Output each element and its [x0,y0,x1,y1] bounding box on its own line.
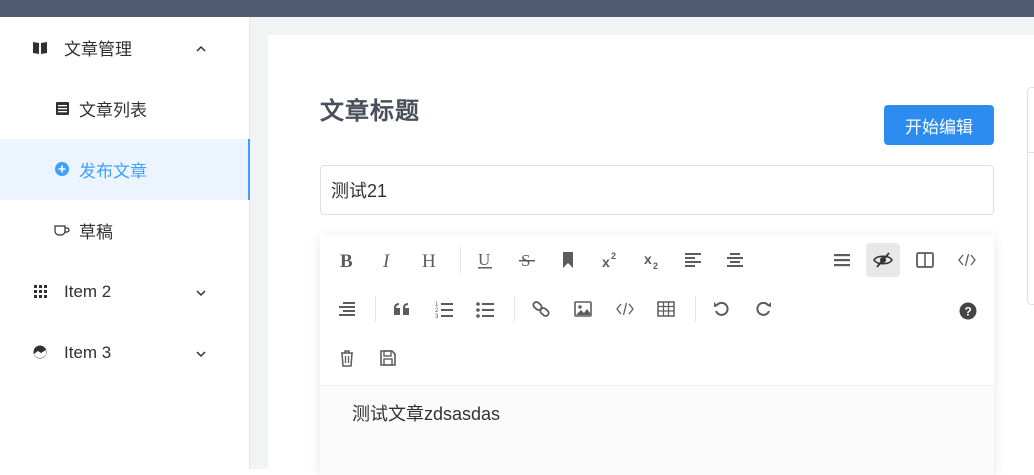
html-code-icon[interactable] [950,243,984,277]
svg-text:3: 3 [435,314,439,319]
svg-text:U: U [478,250,490,269]
navigation-icon[interactable] [825,243,859,277]
trash-icon[interactable] [330,341,364,375]
save-icon[interactable] [371,341,405,375]
toolbar-divider [695,296,696,322]
picture-icon [32,344,48,360]
grid-icon [32,283,48,299]
superscript-icon[interactable]: x2 [593,243,627,277]
svg-text:2: 2 [611,251,616,261]
toolbar-divider [375,296,376,322]
cup-icon [54,222,70,238]
quote-icon[interactable] [385,292,419,326]
chevron-up-icon [194,41,208,55]
svg-text:H: H [422,251,436,270]
italic-icon[interactable]: I [371,243,405,277]
redo-icon[interactable] [746,292,780,326]
undo-icon[interactable] [705,292,739,326]
sidebar-item-article-management[interactable]: 文章管理 [0,17,250,78]
chevron-down-icon [194,346,208,360]
eye-slash-icon[interactable] [866,243,900,277]
underline-icon[interactable]: U [468,243,502,277]
help-icon[interactable]: ? [951,294,985,328]
chevron-down-icon [194,285,208,299]
sidebar-item-label: Item 3 [64,342,112,362]
image-icon[interactable] [566,292,600,326]
svg-text:x: x [644,251,652,267]
sidebar-item-drafts[interactable]: 草稿 [0,200,250,261]
sidebar-item-article-list[interactable]: 文章列表 [0,78,250,139]
columns-icon[interactable] [908,243,942,277]
subscript-icon[interactable]: x2 [635,243,669,277]
code-icon[interactable] [608,292,642,326]
panel-divider [1028,152,1034,153]
toolbar-divider [460,247,461,273]
right-panel-edge [1027,87,1034,305]
table-icon[interactable] [649,292,683,326]
start-edit-button[interactable]: 开始编辑 [884,105,994,145]
sidebar-item-item2[interactable]: Item 2 [0,261,250,322]
link-icon[interactable] [524,292,558,326]
unordered-list-icon[interactable] [468,292,502,326]
bookmark-icon[interactable] [551,243,585,277]
svg-text:2: 2 [653,261,658,270]
sidebar-item-label: 文章管理 [64,40,132,59]
sidebar-menu: 文章管理 文章列表 发布文章 草稿 Item 2 Item 3 [0,17,250,469]
article-title-input[interactable] [320,165,994,215]
book-icon [32,39,48,55]
align-right-icon[interactable] [330,292,364,326]
top-header-bar [0,0,1034,17]
markdown-editor: B I H U S x2 x 2 1 2 3 ? 测试文章zdsasdas [320,235,994,475]
list-icon [54,100,70,116]
plus-circle-icon [54,161,70,177]
strikethrough-icon[interactable]: S [510,243,544,277]
align-center-icon[interactable] [718,243,752,277]
align-left-icon[interactable] [676,243,710,277]
svg-text:x: x [602,254,610,270]
sidebar-item-label: Item 2 [64,281,112,301]
svg-text:?: ? [965,305,972,319]
page-title: 文章标题 [320,98,420,125]
sidebar-item-label: 发布文章 [79,162,147,181]
bold-icon[interactable]: B [330,243,364,277]
sidebar-item-publish-article[interactable]: 发布文章 [0,139,250,200]
toolbar-divider [514,296,515,322]
ordered-list-icon[interactable]: 123 [427,292,461,326]
main-content: 文章标题 开始编辑 B I H U S [250,17,1034,475]
sidebar-item-item3[interactable]: Item 3 [0,322,250,383]
header-icon[interactable]: H [413,243,447,277]
article-editor-card: 文章标题 开始编辑 B I H U S [268,35,1034,475]
editor-toolbar: B I H U S x2 x 2 1 2 3 ? [320,235,994,385]
svg-text:I: I [382,251,391,270]
sidebar-item-label: 草稿 [79,223,113,242]
editor-text-area[interactable]: 测试文章zdsasdas [320,385,994,475]
svg-text:B: B [340,251,353,270]
sidebar-item-label: 文章列表 [79,101,147,120]
